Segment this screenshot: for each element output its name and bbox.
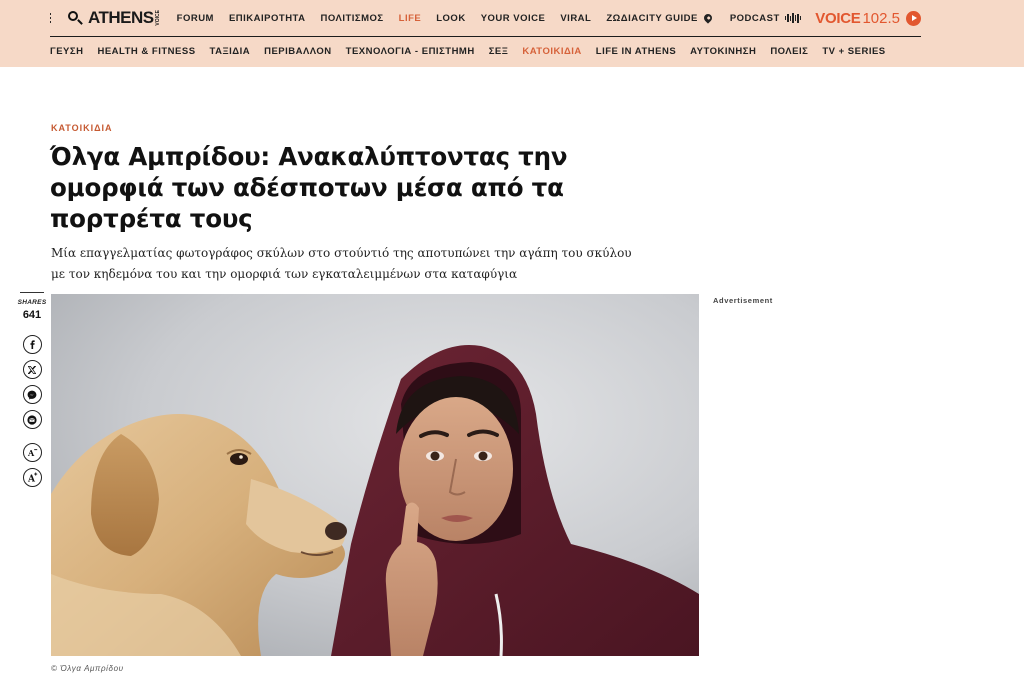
shares-count: 641 — [22, 309, 42, 321]
x-share-button[interactable] — [22, 360, 42, 379]
right-nav: CITY GUIDE PODCAST VOICE 102.5 — [639, 10, 921, 27]
sub-nav-item-life-in-athens[interactable]: LIFE IN ATHENS — [596, 46, 676, 57]
main-nav-item-politismos[interactable]: ΠΟΛΙΤΙΣΜΟΣ — [321, 13, 384, 24]
svg-text:A: A — [27, 448, 35, 458]
sub-nav-item-sex[interactable]: ΣΕΞ — [489, 46, 509, 57]
main-nav-item-viral[interactable]: VIRAL — [560, 13, 591, 24]
top-nav-bar: ATHENS VOICE FORUM ΕΠΙΚΑΙΡΟΤΗΤΑ ΠΟΛΙΤΙΣΜ… — [50, 0, 921, 36]
main-nav-item-look[interactable]: LOOK — [436, 13, 465, 24]
sub-nav-item-poleis[interactable]: ΠΟΛΕΙΣ — [770, 46, 808, 57]
svg-text:A: A — [27, 475, 36, 484]
sub-nav-item-katoikidia[interactable]: ΚΑΤΟΙΚΙΔΙΑ — [522, 46, 581, 57]
x-icon — [28, 365, 36, 374]
main-nav: FORUM ΕΠΙΚΑΙΡΟΤΗΤΑ ΠΟΛΙΤΙΣΜΟΣ LIFE LOOK … — [177, 13, 639, 24]
sub-nav-item-taxidia[interactable]: ΤΑΞΙΔΙΑ — [210, 46, 251, 57]
advertisement-label: Advertisement — [713, 296, 773, 305]
radio-player[interactable]: VOICE 102.5 — [815, 10, 921, 27]
share-divider — [20, 292, 44, 293]
sub-nav-item-aftokinisi[interactable]: ΑΥΤΟΚΙΝΗΣΗ — [690, 46, 756, 57]
main-nav-item-your-voice[interactable]: YOUR VOICE — [481, 13, 546, 24]
font-decrease-button[interactable]: A — [22, 443, 42, 462]
facebook-icon — [29, 340, 35, 349]
messenger-icon — [27, 390, 37, 399]
radio-frequency: 102.5 — [862, 9, 900, 27]
shares-label: SHARES — [17, 299, 47, 306]
font-increase-button[interactable]: A — [22, 468, 42, 487]
sub-nav-item-geusi[interactable]: ΓΕΥΣΗ — [50, 46, 83, 57]
sub-nav-item-perivallon[interactable]: ΠΕΡΙΒΑΛΛΟΝ — [264, 46, 332, 57]
messenger-share-button[interactable] — [22, 385, 42, 404]
email-share-button[interactable] — [22, 410, 42, 429]
sub-nav-item-health-fitness[interactable]: HEALTH & FITNESS — [97, 46, 195, 57]
image-caption: © Όλγα Αμπρίδου — [51, 664, 124, 673]
site-logo[interactable]: ATHENS VOICE — [88, 8, 161, 28]
sub-nav-item-tv-series[interactable]: TV + SERIES — [822, 46, 885, 57]
radio-brand: VOICE — [815, 9, 861, 27]
main-nav-item-epikairotita[interactable]: ΕΠΙΚΑΙΡΟΤΗΤΑ — [229, 13, 306, 24]
main-nav-item-life[interactable]: LIFE — [399, 13, 422, 24]
play-icon[interactable] — [906, 10, 921, 26]
font-increase-icon: A — [27, 472, 37, 484]
article-subtitle: Μία επαγγελματίας φωτογράφος σκύλων στο … — [51, 246, 632, 281]
podcast-link[interactable]: PODCAST — [730, 13, 780, 24]
share-rail: SHARES 641 A A — [17, 292, 47, 487]
site-header: ATHENS VOICE FORUM ΕΠΙΚΑΙΡΟΤΗΤΑ ΠΟΛΙΤΙΣΜ… — [0, 0, 1024, 67]
search-icon[interactable] — [67, 10, 83, 26]
article-category[interactable]: ΚΑΤΟΙΚΙΔΙΑ — [51, 123, 113, 133]
sound-wave-icon — [784, 13, 802, 23]
map-pin-icon — [702, 12, 714, 24]
facebook-share-button[interactable] — [22, 335, 42, 354]
main-nav-item-forum[interactable]: FORUM — [177, 13, 214, 24]
sub-nav-item-technologia[interactable]: ΤΕΧΝΟΛΟΓΙΑ - ΕΠΙΣΤΗΜΗ — [346, 46, 475, 57]
sub-nav: ΓΕΥΣΗ HEALTH & FITNESS ΤΑΞΙΔΙΑ ΠΕΡΙΒΑΛΛΟ… — [50, 37, 886, 66]
main-nav-item-zodia[interactable]: ΖΩΔΙΑ — [606, 13, 638, 24]
menu-icon[interactable] — [50, 13, 51, 23]
email-icon — [27, 414, 37, 425]
article-title: Όλγα Αμπρίδου: Ανακαλύπτοντας την ομορφι… — [50, 142, 568, 233]
city-guide-link[interactable]: CITY GUIDE — [639, 13, 698, 24]
font-decrease-icon: A — [27, 448, 37, 458]
article-hero-image — [51, 294, 699, 656]
